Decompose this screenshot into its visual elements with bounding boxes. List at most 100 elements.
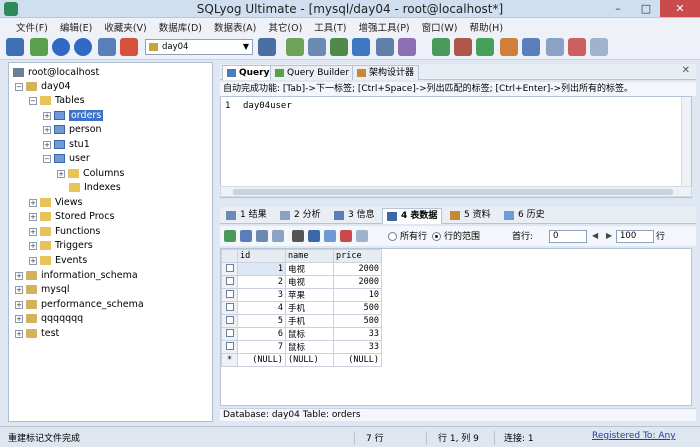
cell-name[interactable]: 手机 xyxy=(285,301,334,315)
visual-icon[interactable] xyxy=(454,38,472,56)
collapse-icon[interactable]: − xyxy=(29,96,37,105)
cell-id[interactable]: (NULL) xyxy=(237,353,286,367)
cancel-changes-icon[interactable] xyxy=(272,230,284,242)
sql-editor[interactable]: 1 day04user xyxy=(220,96,692,198)
tree-columns[interactable]: + Columns xyxy=(57,167,124,181)
expand-icon[interactable]: + xyxy=(29,227,37,236)
tab-result[interactable]: 1 结果 xyxy=(222,208,271,224)
insert-row-icon[interactable] xyxy=(224,230,236,242)
query-builder-icon[interactable] xyxy=(432,38,450,56)
cell-name[interactable]: 手机 xyxy=(285,314,334,328)
menu-database[interactable]: 数据库(D) xyxy=(153,18,208,34)
first-row-input[interactable]: 0 xyxy=(549,230,587,243)
cell-price[interactable]: 33 xyxy=(333,327,382,341)
cell-id[interactable]: 1 xyxy=(237,262,286,276)
cell-name[interactable]: 鼠标 xyxy=(285,327,334,341)
delete-icon[interactable] xyxy=(568,38,586,56)
close-button[interactable]: ✕ xyxy=(660,0,700,17)
tree-db-mysql[interactable]: + mysql xyxy=(15,283,70,297)
refresh-icon[interactable] xyxy=(98,38,116,56)
grid-layout-icon[interactable] xyxy=(590,38,608,56)
cell-name[interactable]: 电视 xyxy=(285,262,334,276)
column-header[interactable]: id xyxy=(237,249,286,263)
tree-table-user[interactable]: − user xyxy=(43,152,90,166)
row-checkbox[interactable] xyxy=(221,314,238,328)
tree-db-qqqqqqq[interactable]: + qqqqqqq xyxy=(15,312,83,326)
tab-history[interactable]: 6 历史 xyxy=(500,208,549,224)
prev-page-icon[interactable]: ◀ xyxy=(592,231,598,240)
delete-row-icon[interactable] xyxy=(340,230,352,242)
row-checkbox[interactable] xyxy=(221,327,238,341)
copy-data-icon[interactable] xyxy=(324,230,336,242)
menu-help[interactable]: 帮助(H) xyxy=(463,18,509,34)
cell-price[interactable]: 2000 xyxy=(333,262,382,276)
registration-link[interactable]: Registered To: Any xyxy=(592,431,676,441)
filter-icon[interactable] xyxy=(292,230,304,242)
menu-other[interactable]: 其它(O) xyxy=(262,18,308,34)
database-select[interactable]: day04 ▼ xyxy=(145,39,253,55)
cell-id[interactable]: 6 xyxy=(237,327,286,341)
tree-db-information-schema[interactable]: + information_schema xyxy=(15,269,138,283)
save-changes-icon[interactable] xyxy=(240,230,252,242)
tab-messages[interactable]: 3 信息 xyxy=(330,208,379,224)
tab-profile[interactable]: 2 分析 xyxy=(276,208,325,224)
cell-name[interactable]: (NULL) xyxy=(285,353,334,367)
import-icon[interactable] xyxy=(286,38,304,56)
row-checkbox[interactable] xyxy=(221,340,238,354)
expand-icon[interactable]: + xyxy=(57,169,65,178)
tree-stored-procs[interactable]: + Stored Procs xyxy=(29,210,114,224)
row-count-input[interactable]: 100 xyxy=(616,230,654,243)
cell-price[interactable]: 500 xyxy=(333,314,382,328)
tree-tables-folder[interactable]: − Tables xyxy=(29,94,85,108)
duplicate-row-icon[interactable] xyxy=(256,230,268,242)
expand-icon[interactable]: + xyxy=(29,212,37,221)
new-connection-icon[interactable] xyxy=(6,38,24,56)
cell-id[interactable]: 4 xyxy=(237,301,286,315)
cell-id[interactable]: 5 xyxy=(237,314,286,328)
tab-info[interactable]: 5 资料 xyxy=(446,208,495,224)
cell-price[interactable]: 33 xyxy=(333,340,382,354)
new-row[interactable]: * (NULL) (NULL) (NULL) xyxy=(221,353,382,367)
cell-id[interactable]: 3 xyxy=(237,288,286,302)
tree-functions[interactable]: + Functions xyxy=(29,225,100,239)
row-checkbox[interactable] xyxy=(221,301,238,315)
tree-table-stu1[interactable]: + stu1 xyxy=(43,138,90,152)
table-row[interactable]: 5 手机 500 xyxy=(221,314,382,328)
cell-name[interactable]: 苹果 xyxy=(285,288,334,302)
execute-all-icon[interactable] xyxy=(74,38,92,56)
data-sync-icon[interactable] xyxy=(376,38,394,56)
tree-triggers[interactable]: + Triggers xyxy=(29,239,93,253)
expand-icon[interactable]: + xyxy=(29,241,37,250)
menu-file[interactable]: 文件(F) xyxy=(10,18,54,34)
table-diagnostics-icon[interactable] xyxy=(476,38,494,56)
expand-icon[interactable]: + xyxy=(43,125,51,134)
notification-icon[interactable] xyxy=(500,38,518,56)
tree-db-day04[interactable]: − day04 xyxy=(15,80,71,94)
query-profiler-icon[interactable] xyxy=(522,38,540,56)
tree-indexes[interactable]: Indexes xyxy=(69,181,121,195)
user-manager-icon[interactable] xyxy=(258,38,276,56)
expand-icon[interactable]: + xyxy=(29,198,37,207)
menu-tools[interactable]: 工具(T) xyxy=(308,18,352,34)
table-row[interactable]: 4 手机 500 xyxy=(221,301,382,315)
next-page-icon[interactable]: ▶ xyxy=(606,231,612,240)
scrollbar-thumb[interactable] xyxy=(233,189,673,195)
tab-table-data[interactable]: 4 表数据 xyxy=(382,208,443,224)
collapse-icon[interactable]: − xyxy=(43,154,51,163)
tree-views[interactable]: + Views xyxy=(29,196,83,210)
cell-price[interactable]: (NULL) xyxy=(333,353,382,367)
expand-icon[interactable]: + xyxy=(43,111,51,120)
editor-vertical-scrollbar[interactable] xyxy=(681,97,691,197)
menu-favorites[interactable]: 收藏夹(V) xyxy=(98,18,152,34)
row-range-radio[interactable]: 行的范围 xyxy=(432,231,480,243)
tree-db-test[interactable]: + test xyxy=(15,327,59,341)
close-tab-icon[interactable]: ✕ xyxy=(682,65,690,76)
copy-database-icon[interactable] xyxy=(330,38,348,56)
cell-name[interactable]: 鼠标 xyxy=(285,340,334,354)
tab-query-builder[interactable]: Query Builder xyxy=(270,65,355,80)
expand-icon[interactable]: + xyxy=(15,300,23,309)
form-view-icon[interactable] xyxy=(356,230,368,242)
tree-events[interactable]: + Events xyxy=(29,254,87,268)
export-data-icon[interactable] xyxy=(308,230,320,242)
column-header[interactable]: name xyxy=(285,249,334,263)
